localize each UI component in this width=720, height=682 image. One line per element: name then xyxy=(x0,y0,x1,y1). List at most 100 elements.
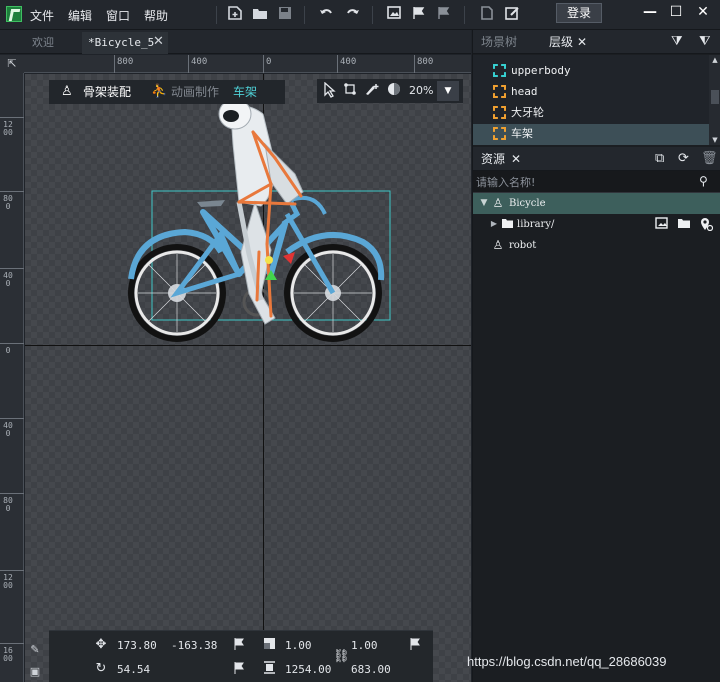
flag-icon[interactable] xyxy=(435,5,453,23)
list-item-selected[interactable]: ▼ ♙ Bicycle xyxy=(473,193,720,214)
tab-layers[interactable]: 层级 xyxy=(549,34,573,50)
bone-layer-icon xyxy=(493,106,506,119)
export-file-icon[interactable] xyxy=(478,5,496,23)
import-image-icon[interactable] xyxy=(655,217,669,231)
redo-icon[interactable] xyxy=(343,5,361,23)
collapse-arrow-icon[interactable]: ▶ xyxy=(487,217,501,231)
toolbar-divider xyxy=(464,6,465,24)
tab-scene-tree[interactable]: 场景树 xyxy=(481,34,517,50)
close-resources-icon[interactable]: ✕ xyxy=(511,151,521,167)
width-value[interactable]: 1254.00 xyxy=(285,663,331,677)
toolbar-divider xyxy=(372,6,373,24)
ruler-label: 400 xyxy=(3,271,13,288)
layer-scrollbar[interactable]: ▲ ▼ xyxy=(709,55,720,145)
scroll-up-icon[interactable]: ▲ xyxy=(709,55,720,65)
bicycle-rider-artwork[interactable] xyxy=(25,74,471,394)
watermark-text: https://blog.csdn.net/qq_28686039 xyxy=(467,654,667,669)
undo-icon[interactable] xyxy=(318,5,336,23)
refresh-icon[interactable]: ⟳ xyxy=(678,151,689,167)
rotation-value[interactable]: 54.54 xyxy=(117,663,150,677)
ruler-major-tick xyxy=(0,418,24,419)
scroll-down-icon[interactable]: ▼ xyxy=(709,135,720,145)
login-button[interactable]: 登录 xyxy=(556,3,602,23)
close-tab-icon[interactable]: ✕ xyxy=(153,34,164,49)
document-tabbar: 欢迎 *Bicycle_5 ✕ xyxy=(0,30,471,54)
keyframe-flag-icon[interactable] xyxy=(231,637,247,653)
size-icon xyxy=(261,661,277,677)
maximize-button[interactable]: ☐ xyxy=(666,2,686,22)
position-y-value[interactable]: -163.38 xyxy=(171,639,217,653)
tab-bicycle-label: *Bicycle_5 xyxy=(88,36,155,49)
layer-label: 车架 xyxy=(511,127,533,140)
close-window-button[interactable]: ✕ xyxy=(693,2,713,22)
rotate-icon: ↻ xyxy=(95,661,107,676)
list-item[interactable]: upperbody xyxy=(473,61,709,82)
list-item[interactable]: ▶ library/ xyxy=(473,214,720,235)
pen-tool-icon[interactable]: ✎ xyxy=(25,640,45,660)
menu-file[interactable]: 文件 xyxy=(30,7,54,24)
locate-icon[interactable] xyxy=(699,217,714,232)
list-item[interactable]: head xyxy=(473,82,709,103)
delete-icon[interactable]: 🗑 xyxy=(701,151,718,167)
move-icon: ✥ xyxy=(95,637,107,652)
ruler-label: 1600 xyxy=(3,646,13,663)
edit-icon[interactable] xyxy=(503,5,521,23)
ruler-corner-icon[interactable]: ⇱ xyxy=(0,55,24,73)
collapse-all-icon[interactable]: ⧩ xyxy=(671,34,683,50)
scene-viewport[interactable]: ♙ 骨架装配 ⛹ 动画制作 车架 20% ▼ ✎ ▣ ✥ 173.80 -163… xyxy=(25,74,471,682)
new-scene-icon[interactable] xyxy=(226,5,244,23)
height-value[interactable]: 683.00 xyxy=(351,663,391,677)
current-object-label: 车架 xyxy=(233,85,258,99)
position-x-value[interactable]: 173.80 xyxy=(117,639,157,653)
keyframe-flag-icon[interactable] xyxy=(407,637,423,653)
menu-window[interactable]: 窗口 xyxy=(106,7,130,24)
image-tool-icon[interactable]: ▣ xyxy=(25,662,45,682)
transform-box-icon[interactable] xyxy=(341,82,359,100)
expand-all-icon[interactable]: ⧨ xyxy=(699,34,711,50)
import-image-icon[interactable] xyxy=(385,5,403,23)
onion-skin-icon[interactable] xyxy=(385,82,403,100)
menu-help[interactable]: 帮助 xyxy=(144,7,168,24)
open-folder-icon[interactable] xyxy=(251,5,269,23)
brush-add-icon[interactable] xyxy=(363,82,381,100)
ruler-label: 400 xyxy=(340,57,357,67)
skeleton-icon: ♙ xyxy=(492,238,504,252)
mode-animation[interactable]: 动画制作 xyxy=(171,83,219,101)
scale-x-value[interactable]: 1.00 xyxy=(285,639,312,653)
ruler-major-tick xyxy=(263,55,264,73)
search-icon[interactable]: ⚲ xyxy=(699,174,708,188)
app-logo-icon xyxy=(6,6,22,22)
search-input[interactable] xyxy=(476,173,694,191)
view-toolbar: 20% ▼ xyxy=(317,79,463,103)
list-item[interactable]: 大牙轮 xyxy=(473,103,709,124)
link-ratio-icon[interactable]: ⛓ xyxy=(333,649,350,665)
flag-export-icon[interactable] xyxy=(410,5,428,23)
ruler-label: 800 xyxy=(417,57,434,67)
open-folder-icon[interactable] xyxy=(677,217,691,231)
save-icon[interactable] xyxy=(276,5,294,23)
scroll-thumb[interactable] xyxy=(711,90,719,104)
scale-y-value[interactable]: 1.00 xyxy=(351,639,378,653)
hierarchy-tabbar: 场景树 层级 ✕ ⧩ ⧨ xyxy=(473,30,720,54)
resource-label: library/ xyxy=(517,219,555,230)
expand-arrow-icon[interactable]: ▼ xyxy=(477,196,491,210)
right-panel: 场景树 层级 ✕ ⧩ ⧨ upperbody head 大牙轮 车架 ▲ ▼ 资… xyxy=(472,30,720,682)
ruler-major-tick xyxy=(0,570,24,571)
ruler-major-tick xyxy=(114,55,115,73)
ruler-major-tick xyxy=(0,343,24,344)
select-cursor-icon[interactable] xyxy=(321,81,339,100)
mode-rigging[interactable]: 骨架装配 xyxy=(83,83,131,101)
list-item-selected[interactable]: 车架 xyxy=(473,124,709,145)
keyframe-flag-icon[interactable] xyxy=(231,661,247,677)
zoom-dropdown-button[interactable]: ▼ xyxy=(437,81,459,101)
menu-edit[interactable]: 编辑 xyxy=(68,7,92,24)
resources-title[interactable]: 资源 xyxy=(481,151,505,167)
minimize-button[interactable]: — xyxy=(640,2,660,22)
add-resource-icon[interactable]: ⧉ xyxy=(655,151,664,167)
ruler-label: 1200 xyxy=(3,120,13,137)
close-panel-icon[interactable]: ✕ xyxy=(577,34,587,50)
list-item[interactable]: ♙ robot xyxy=(473,235,720,256)
bone-layer-icon xyxy=(493,127,506,140)
layer-label: head xyxy=(511,85,538,98)
tab-welcome[interactable]: 欢迎 xyxy=(26,32,60,54)
